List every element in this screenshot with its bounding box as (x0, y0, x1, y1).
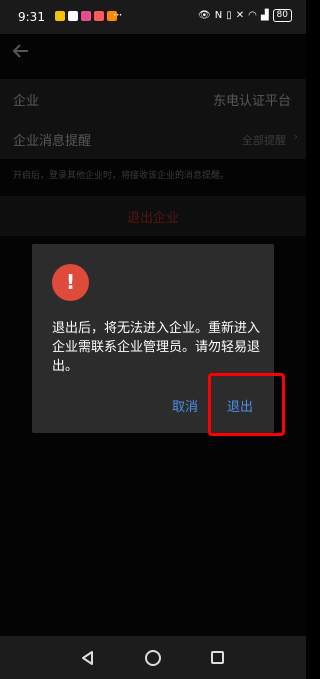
vibrate-icon: ▯ (226, 10, 232, 21)
nav-back-icon[interactable] (80, 650, 96, 666)
more-notifications-dots: ··· (113, 8, 123, 22)
cancel-button[interactable]: 取消 (172, 396, 198, 415)
nav-home-icon[interactable] (145, 650, 161, 666)
highlight-annotation (208, 373, 285, 436)
nfc-icon: N (214, 10, 223, 21)
mute-icon: ✕ (235, 10, 245, 21)
eye-icon: 👁 (198, 10, 211, 21)
status-app-icons (55, 11, 117, 21)
app-notification-icon (68, 11, 78, 21)
status-time: 9:31 (18, 10, 45, 24)
wifi-icon: ◠ (248, 10, 257, 21)
signal-icon: ▟ (260, 10, 269, 21)
dialog-message: 退出后，将无法进入企业。重新进入企业需联系企业管理员。请勿轻易退出。 (52, 321, 261, 374)
app-notification-icon (94, 11, 104, 21)
status-system-icons: 👁 N ▯ ✕ ◠ ▟ 80 (198, 9, 292, 22)
app-notification-icon (55, 11, 65, 21)
system-nav-bar (0, 636, 306, 679)
alert-icon: ! (52, 264, 89, 301)
alert-mark: ! (65, 270, 76, 294)
battery-indicator: 80 (272, 9, 292, 22)
app-notification-icon (81, 11, 91, 21)
status-bar: 9:31 ··· 👁 N ▯ ✕ ◠ ▟ 80 (0, 0, 306, 34)
nav-recent-icon[interactable] (211, 651, 224, 664)
